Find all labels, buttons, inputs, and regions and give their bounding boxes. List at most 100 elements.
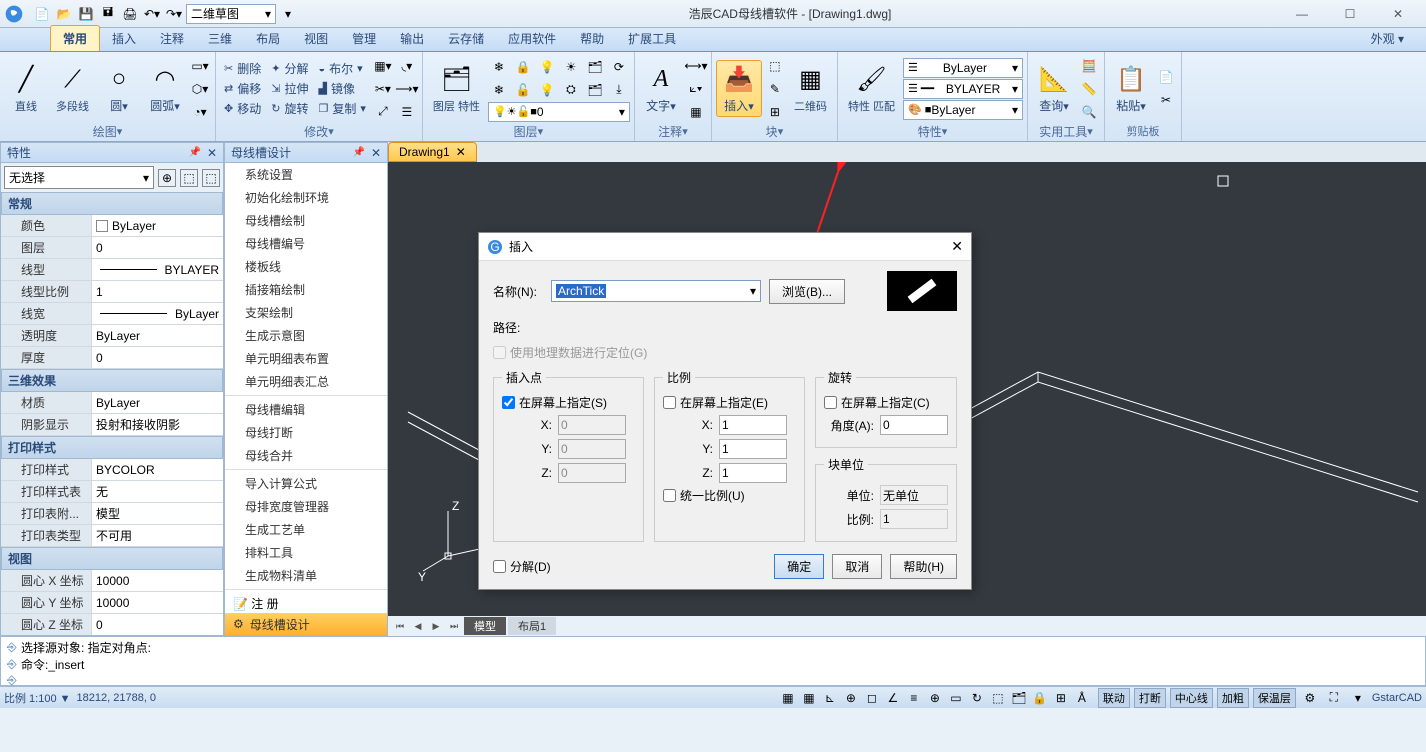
snap-icon[interactable]: ▦ — [778, 689, 798, 707]
prop-row[interactable]: 厚度0 — [1, 347, 223, 369]
pin-icon[interactable]: 📌 — [352, 147, 364, 158]
prop-row[interactable]: 圆心 Z 坐标0 — [1, 614, 223, 635]
fillet-icon[interactable]: ◟▾ — [396, 55, 418, 77]
mirror-button[interactable]: ▟ 镜像 — [314, 79, 369, 98]
circle-button[interactable]: ○圆▾ — [97, 61, 141, 116]
ortho-icon[interactable]: ⊾ — [820, 689, 840, 707]
tab-output[interactable]: 输出 — [388, 26, 436, 51]
explode-button[interactable]: ✦ 分解 — [267, 59, 312, 78]
tab-apps[interactable]: 应用软件 — [496, 26, 568, 51]
sb15-icon[interactable]: Å — [1072, 689, 1092, 707]
tree-item[interactable]: 单元明细表汇总 — [225, 370, 387, 393]
tab-help[interactable]: 帮助 — [568, 26, 616, 51]
layout-first-icon[interactable]: ⏮ — [392, 619, 408, 633]
undo-icon[interactable]: ↶▾ — [142, 4, 162, 24]
tree-item[interactable]: 母线合并 — [225, 444, 387, 467]
prop-row[interactable]: 线宽ByLayer — [1, 303, 223, 325]
scale-icon[interactable]: ⤢ — [372, 101, 394, 123]
offset-button[interactable]: ⇄ 偏移 — [220, 79, 265, 98]
select-objects-icon[interactable]: ⬚ — [180, 169, 198, 187]
polyline-button[interactable]: ⟋多段线 — [50, 62, 95, 116]
text-button[interactable]: A文字▾ — [639, 61, 683, 116]
prop-row[interactable]: 图层0 — [1, 237, 223, 259]
scale-x-input[interactable] — [719, 415, 787, 435]
angle-input[interactable] — [880, 415, 948, 435]
prop-row[interactable]: 线型比例1 — [1, 281, 223, 303]
trim-icon[interactable]: ✂▾ — [372, 78, 394, 100]
tab-view[interactable]: 视图 — [292, 26, 340, 51]
arc-button[interactable]: ◠圆弧▾ — [143, 61, 187, 116]
tree-item[interactable]: 单元明细表布置 — [225, 347, 387, 370]
panel-close-icon[interactable]: ✕ — [207, 146, 217, 160]
tree-item[interactable]: 📝 注 册 — [225, 592, 387, 613]
model-icon[interactable]: ▭ — [946, 689, 966, 707]
lineweight-selector[interactable]: 🎨 ■ByLayer▾ — [903, 100, 1023, 120]
prop-row[interactable]: 打印表类型不可用 — [1, 525, 223, 547]
tree-item[interactable]: 系统设置 — [225, 163, 387, 186]
layer-tool6-icon[interactable]: ⟳ — [608, 56, 630, 78]
prop-category[interactable]: 三维效果 — [1, 369, 223, 392]
align-icon[interactable]: ☰ — [396, 101, 418, 123]
prop-row[interactable]: 圆心 Y 坐标10000 — [1, 592, 223, 614]
new-icon[interactable]: 📄 — [32, 4, 52, 24]
command-line[interactable]: ⎆选择源对象: 指定对角点: ⎆命令:_insert ⎆ — [0, 636, 1426, 686]
layer-tool2-icon[interactable]: 🔒 — [512, 56, 534, 78]
rotate-button[interactable]: ↻ 旋转 — [267, 99, 312, 118]
linetype-selector[interactable]: ☰ ━━ BYLAYER▾ — [903, 79, 1023, 99]
util3-icon[interactable]: 🔍 — [1078, 101, 1100, 123]
qat-more-icon[interactable]: ▾ — [278, 4, 298, 24]
tab-insert[interactable]: 插入 — [100, 26, 148, 51]
tree-item[interactable]: 生成工艺单 — [225, 518, 387, 541]
toggle-link[interactable]: 联动 — [1098, 688, 1130, 708]
draw-more3-icon[interactable]: ◔▾ — [189, 101, 211, 123]
copy-clip-icon[interactable]: 📄 — [1155, 66, 1177, 88]
layer-tool12-icon[interactable]: ⤓ — [608, 79, 630, 101]
pickadd-icon[interactable]: ⬚ — [202, 169, 220, 187]
draw-more1-icon[interactable]: ▭▾ — [189, 55, 211, 77]
layer-tool3-icon[interactable]: 💡 — [536, 56, 558, 78]
tree-item[interactable]: 楼板线 — [225, 255, 387, 278]
util2-icon[interactable]: 📏 — [1078, 78, 1100, 100]
toggle-center[interactable]: 中心线 — [1170, 688, 1213, 708]
scale-onscreen-checkbox[interactable] — [663, 396, 676, 409]
sb14-icon[interactable]: ⊞ — [1051, 689, 1071, 707]
sb11-icon[interactable]: ⬚ — [988, 689, 1008, 707]
busway-footer[interactable]: ⚙ 母线槽设计 — [225, 613, 387, 635]
tree-item[interactable]: 支架绘制 — [225, 301, 387, 324]
tab-extend[interactable]: 扩展工具 — [616, 26, 688, 51]
layout-tab-model[interactable]: 模型 — [464, 617, 506, 635]
tab-cloud[interactable]: 云存储 — [436, 26, 496, 51]
layout-next-icon[interactable]: ▶ — [428, 619, 444, 633]
ok-button[interactable]: 确定 — [774, 554, 824, 579]
open-icon[interactable]: 📂 — [54, 4, 74, 24]
layer-tool9-icon[interactable]: 💡 — [536, 79, 558, 101]
tab-manage[interactable]: 管理 — [340, 26, 388, 51]
doc-tab-drawing1[interactable]: Drawing1✕ — [388, 142, 477, 162]
ins-onscreen-checkbox[interactable] — [502, 396, 515, 409]
line-button[interactable]: ╱直线 — [4, 62, 48, 116]
block-edit-icon[interactable]: ✎ — [764, 78, 786, 100]
expand-icon[interactable]: ⛶ — [1324, 689, 1344, 707]
tab-3d[interactable]: 三维 — [196, 26, 244, 51]
color-selector[interactable]: ☰ ByLayer▾ — [903, 58, 1023, 78]
prop-category[interactable]: 视图 — [1, 547, 223, 570]
prop-category[interactable]: 打印样式 — [1, 436, 223, 459]
tree-item[interactable]: 生成物料清单 — [225, 564, 387, 587]
tree-item[interactable]: 母排宽度管理器 — [225, 495, 387, 518]
save-icon[interactable]: 💾 — [76, 4, 96, 24]
layer-tool8-icon[interactable]: 🔓 — [512, 79, 534, 101]
query-button[interactable]: 📐查询▾ — [1032, 61, 1076, 116]
prop-category[interactable]: 常规 — [1, 192, 223, 215]
prop-row[interactable]: 阴影显示投射和接收阴影 — [1, 414, 223, 436]
rot-onscreen-checkbox[interactable] — [824, 396, 837, 409]
qrcode-button[interactable]: ▦二维码 — [788, 62, 833, 116]
cycle-icon[interactable]: ↻ — [967, 689, 987, 707]
layout-last-icon[interactable]: ⏭ — [446, 619, 462, 633]
prop-row[interactable]: 打印样式表无 — [1, 481, 223, 503]
tab-annotate[interactable]: 注释 — [148, 26, 196, 51]
scale-display[interactable]: 比例 1:100 ▼ — [4, 690, 71, 706]
layer-props-button[interactable]: 🗂图层 特性 — [427, 62, 486, 116]
prop-row[interactable]: 打印表附...模型 — [1, 503, 223, 525]
quick-select-icon[interactable]: ⊕ — [158, 169, 176, 187]
tree-item[interactable]: 母线槽编号 — [225, 232, 387, 255]
